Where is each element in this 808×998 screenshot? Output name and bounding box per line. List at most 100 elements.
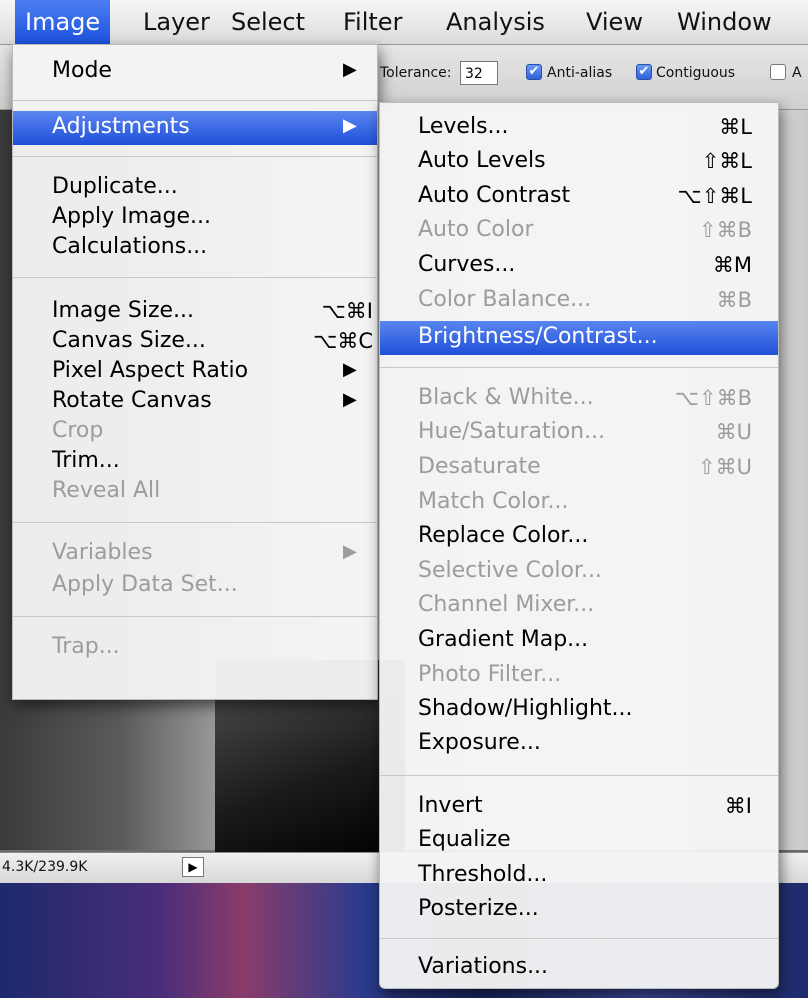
menu-analysis[interactable]: Analysis [446, 0, 545, 44]
menu-item-photo-filter[interactable]: Photo Filter... [380, 659, 778, 693]
menu-separator [380, 938, 778, 939]
menu-view[interactable]: View [586, 0, 643, 44]
menu-separator [380, 367, 778, 368]
menu-item-shortcut: ⌥⇧⌘B [674, 386, 752, 410]
menu-item-auto-color[interactable]: Auto Color ⇧⌘B [380, 214, 778, 248]
contiguous-label: Contiguous [656, 65, 736, 81]
menu-item-label: Auto Contrast [418, 183, 571, 208]
menu-item-curves[interactable]: Curves... ⌘M [380, 249, 778, 283]
menu-item-label: Posterize... [418, 896, 539, 921]
truncated-label: A [792, 65, 802, 81]
menu-item-invert[interactable]: Invert ⌘I [380, 790, 778, 824]
menu-item-mode[interactable]: Mode ▶ [13, 55, 377, 89]
submenu-arrow-icon: ▶ [343, 359, 357, 380]
menu-item-label: Crop [52, 418, 104, 443]
submenu-arrow-icon: ▶ [343, 389, 357, 410]
menu-item-label: Apply Data Set... [52, 572, 238, 597]
menu-item-label: Variations... [418, 954, 549, 979]
menu-item-label: Levels... [418, 114, 509, 139]
menu-item-variations[interactable]: Variations... [380, 951, 778, 985]
menu-item-reveal-all[interactable]: Reveal All [13, 475, 377, 509]
menu-item-brightness-contrast[interactable]: Brightness/Contrast... [380, 321, 778, 355]
menu-item-canvas-size[interactable]: Canvas Size... ⌥⌘C [13, 325, 377, 359]
menu-item-label: Hue/Saturation... [418, 419, 606, 444]
menubar: Image Layer Select Filter Analysis View … [0, 0, 808, 45]
menu-item-hue-saturation[interactable]: Hue/Saturation... ⌘U [380, 416, 778, 450]
menu-item-crop[interactable]: Crop [13, 415, 377, 449]
menu-separator [13, 522, 377, 523]
menu-separator [13, 277, 377, 278]
menu-item-auto-levels[interactable]: Auto Levels ⇧⌘L [380, 145, 778, 179]
menu-separator [380, 775, 778, 776]
menu-item-shortcut: ⌥⌘C [313, 329, 373, 353]
menu-window[interactable]: Window [677, 0, 772, 44]
menu-item-label: Match Color... [418, 489, 569, 514]
submenu-arrow-icon: ▶ [343, 115, 357, 136]
menu-layer[interactable]: Layer [143, 0, 210, 44]
menu-item-shortcut: ⌘B [716, 288, 752, 312]
menu-item-shortcut: ⌥⇧⌘L [677, 184, 753, 208]
menu-item-trim[interactable]: Trim... [13, 445, 377, 479]
menu-item-color-balance[interactable]: Color Balance... ⌘B [380, 284, 778, 318]
menu-image[interactable]: Image [15, 0, 111, 44]
menu-item-label: Invert [418, 793, 483, 818]
menu-separator [13, 616, 377, 617]
menu-item-duplicate[interactable]: Duplicate... [13, 171, 377, 205]
menu-select[interactable]: Select [231, 0, 305, 44]
menu-item-adjustments[interactable]: Adjustments ▶ [13, 111, 377, 145]
menu-item-variables[interactable]: Variables ▶ [13, 537, 377, 571]
menu-item-label: Calculations... [52, 234, 208, 259]
anti-alias-checkbox[interactable]: ✔ [526, 64, 542, 80]
unchecked-checkbox[interactable] [770, 64, 786, 80]
menu-item-calculations[interactable]: Calculations... [13, 231, 377, 265]
menu-item-shortcut: ⇧⌘U [698, 455, 752, 479]
menu-item-shadow-highlight[interactable]: Shadow/Highlight... [380, 693, 778, 727]
menu-item-label: Canvas Size... [52, 328, 206, 353]
menu-item-selective-color[interactable]: Selective Color... [380, 555, 778, 589]
menu-item-shortcut: ⌘L [719, 115, 752, 139]
menu-item-levels[interactable]: Levels... ⌘L [380, 111, 778, 145]
menu-item-image-size[interactable]: Image Size... ⌥⌘I [13, 295, 377, 329]
menu-item-channel-mixer[interactable]: Channel Mixer... [380, 589, 778, 623]
menu-item-label: Auto Color [418, 217, 534, 242]
menu-item-label: Gradient Map... [418, 627, 589, 652]
contiguous-checkbox[interactable]: ✔ [636, 64, 652, 80]
menu-item-label: Threshold... [418, 862, 548, 887]
menu-item-apply-data-set[interactable]: Apply Data Set... [13, 569, 377, 603]
menu-item-apply-image[interactable]: Apply Image... [13, 201, 377, 235]
menu-item-label: Photo Filter... [418, 662, 562, 687]
menu-item-label: Rotate Canvas [52, 388, 212, 413]
menu-item-label: Trim... [52, 448, 120, 473]
menu-item-equalize[interactable]: Equalize [380, 824, 778, 858]
menu-separator [13, 100, 377, 101]
menu-item-trap[interactable]: Trap... [13, 631, 377, 665]
menu-item-desaturate[interactable]: Desaturate ⇧⌘U [380, 451, 778, 485]
menu-item-shortcut: ⌘M [712, 253, 752, 277]
submenu-arrow-icon: ▶ [343, 541, 357, 562]
anti-alias-label: Anti-alias [547, 65, 613, 81]
menu-item-label: Replace Color... [418, 523, 589, 548]
adjustments-submenu: Levels... ⌘L Auto Levels ⇧⌘L Auto Contra… [379, 102, 779, 989]
menu-item-gradient-map[interactable]: Gradient Map... [380, 624, 778, 658]
menu-item-black-white[interactable]: Black & White... ⌥⇧⌘B [380, 382, 778, 416]
menu-item-shortcut: ⇧⌘L [701, 149, 752, 173]
menu-item-auto-contrast[interactable]: Auto Contrast ⌥⇧⌘L [380, 180, 778, 214]
menu-item-shortcut: ⇧⌘B [698, 218, 752, 242]
menu-item-match-color[interactable]: Match Color... [380, 486, 778, 520]
menu-item-label: Color Balance... [418, 287, 592, 312]
menu-item-rotate-canvas[interactable]: Rotate Canvas ▶ [13, 385, 377, 419]
menu-item-replace-color[interactable]: Replace Color... [380, 520, 778, 554]
menu-item-label: Pixel Aspect Ratio [52, 358, 249, 383]
tolerance-input[interactable]: 32 [460, 61, 498, 85]
menu-filter[interactable]: Filter [343, 0, 402, 44]
menu-item-label: Curves... [418, 252, 516, 277]
menu-item-pixel-aspect-ratio[interactable]: Pixel Aspect Ratio ▶ [13, 355, 377, 389]
menu-item-posterize[interactable]: Posterize... [380, 893, 778, 927]
menu-item-label: Desaturate [418, 454, 541, 479]
menu-item-shortcut: ⌘U [715, 420, 752, 444]
menu-item-exposure[interactable]: Exposure... [380, 727, 778, 761]
menu-item-threshold[interactable]: Threshold... [380, 859, 778, 893]
status-menu-arrow-icon[interactable]: ▶ [182, 857, 204, 877]
menu-item-label: Trap... [52, 634, 120, 659]
menu-item-shortcut: ⌘I [724, 794, 752, 818]
